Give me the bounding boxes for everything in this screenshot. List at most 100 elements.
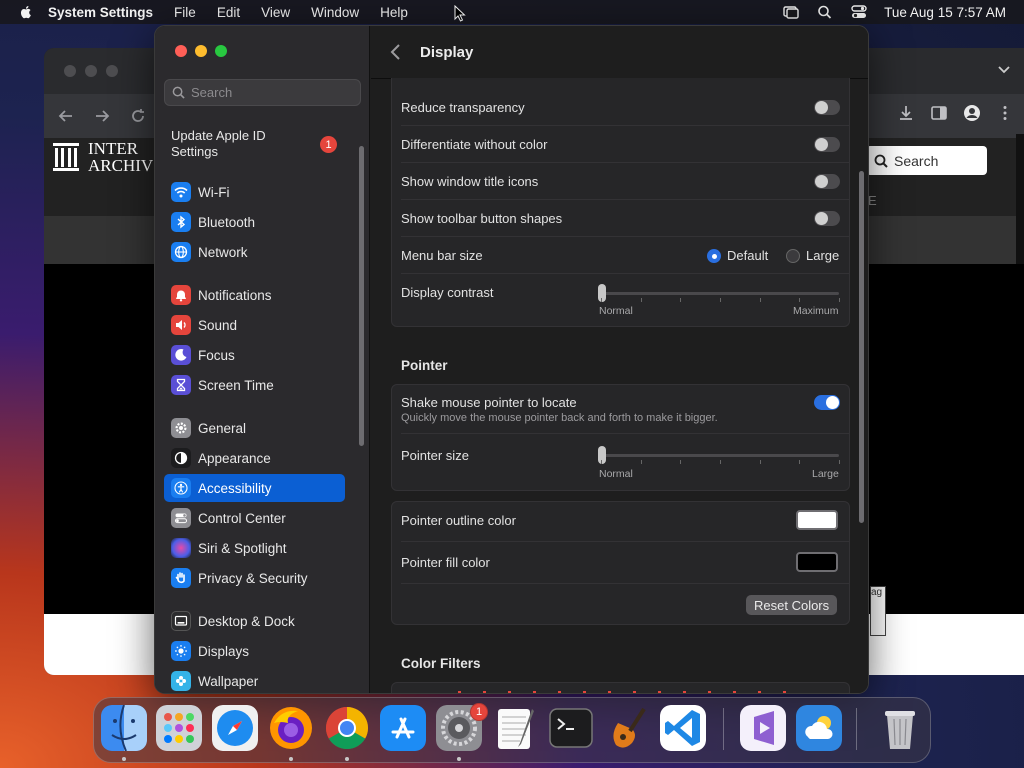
apple-id-update-item[interactable]: Update Apple ID Settings xyxy=(171,128,301,160)
menu-bar-default-radio[interactable]: Default xyxy=(707,248,768,263)
spotlight-search-icon[interactable] xyxy=(816,4,834,20)
pane-scrollbar[interactable] xyxy=(859,171,864,523)
ia-search-box[interactable]: Search xyxy=(866,146,987,175)
garageband-icon[interactable] xyxy=(604,705,650,751)
browser-right-tools xyxy=(897,104,1014,122)
profile-icon[interactable] xyxy=(963,104,981,122)
ia-side-tab[interactable]: ag xyxy=(870,586,886,636)
browser-close-dot[interactable] xyxy=(64,65,76,77)
launchpad-icon[interactable] xyxy=(156,705,202,751)
pointer-fill-color-label: Pointer fill color xyxy=(401,555,490,570)
slider-knob[interactable] xyxy=(598,446,606,464)
sidebar-item-wifi[interactable]: Wi-Fi xyxy=(164,178,345,206)
chrome-icon[interactable] xyxy=(324,705,370,751)
sidebar-item-control-center[interactable]: Control Center xyxy=(164,504,345,532)
ia-search-label: Search xyxy=(894,152,939,169)
sidebar-item-privacy-security[interactable]: Privacy & Security xyxy=(164,564,345,592)
sidebar-item-wallpaper[interactable]: Wallpaper xyxy=(164,667,345,693)
menu-edit[interactable]: Edit xyxy=(217,5,240,20)
apple-id-badge: 1 xyxy=(320,136,337,153)
more-menu-icon[interactable] xyxy=(996,104,1014,122)
menu-file[interactable]: File xyxy=(174,5,196,20)
running-indicator xyxy=(122,757,126,761)
browser-minimize-dot[interactable] xyxy=(85,65,97,77)
slider-tick xyxy=(601,460,602,464)
firefox-icon[interactable] xyxy=(268,705,314,751)
sidebar-item-appearance[interactable]: Appearance xyxy=(164,444,345,472)
sidebar-item-notifications[interactable]: Notifications xyxy=(164,281,345,309)
sidebar-search-input[interactable] xyxy=(191,85,351,100)
zoom-window-button[interactable] xyxy=(215,45,227,57)
reset-colors-button[interactable]: Reset Colors xyxy=(746,595,838,615)
safari-icon[interactable] xyxy=(212,705,258,751)
sidebar-item-accessibility[interactable]: Accessibility xyxy=(164,474,345,502)
sidebar-item-screen-time[interactable]: Screen Time xyxy=(164,371,345,399)
forward-arrow-icon[interactable] xyxy=(94,108,110,124)
shake-pointer-toggle[interactable] xyxy=(814,395,840,410)
menu-view[interactable]: View xyxy=(261,5,290,20)
minimize-window-button[interactable] xyxy=(195,45,207,57)
back-chevron-icon[interactable] xyxy=(389,43,403,61)
slider-tick xyxy=(680,298,681,302)
browser-zoom-dot[interactable] xyxy=(106,65,118,77)
slider-tick xyxy=(680,460,681,464)
pointer-outline-color-well[interactable] xyxy=(796,510,838,530)
trash-icon[interactable] xyxy=(877,705,923,751)
dock: 1 xyxy=(93,697,931,763)
pointer-fill-color-well[interactable] xyxy=(796,552,838,572)
menu-help[interactable]: Help xyxy=(380,5,408,20)
window-title-icons-toggle[interactable] xyxy=(814,174,840,189)
back-arrow-icon[interactable] xyxy=(58,108,74,124)
visual-studio-icon[interactable] xyxy=(740,705,786,751)
sidebar-item-bluetooth[interactable]: Bluetooth xyxy=(164,208,345,236)
display-contrast-slider[interactable] xyxy=(598,284,840,304)
screen-mirroring-icon[interactable] xyxy=(782,4,800,20)
sidebar-search[interactable] xyxy=(164,79,361,106)
weather-icon[interactable] xyxy=(796,705,842,751)
slider-knob[interactable] xyxy=(598,284,606,302)
finder-icon[interactable] xyxy=(101,705,147,751)
moon-icon xyxy=(171,345,191,365)
reduce-transparency-toggle[interactable] xyxy=(814,100,840,115)
sidebar-item-label: Displays xyxy=(198,643,250,659)
internet-archive-logo[interactable]: INTER ARCHIV xyxy=(52,140,153,174)
control-center-icon[interactable] xyxy=(850,4,868,20)
download-icon[interactable] xyxy=(897,104,915,122)
search-icon xyxy=(874,154,888,168)
vscode-icon[interactable] xyxy=(660,705,706,751)
differentiate-without-color-toggle[interactable] xyxy=(814,137,840,152)
textedit-icon[interactable] xyxy=(492,705,538,751)
sidebar-item-general[interactable]: General xyxy=(164,414,345,442)
terminal-icon[interactable] xyxy=(548,705,594,751)
sidebar-scrollbar[interactable] xyxy=(359,146,364,446)
sidebar-item-network[interactable]: Network xyxy=(164,238,345,266)
pointer-size-label: Pointer size xyxy=(401,448,469,463)
dock-separator xyxy=(723,708,724,750)
menu-clock[interactable]: Tue Aug 15 7:57 AM xyxy=(884,5,1006,20)
row-divider xyxy=(401,583,849,584)
sidebar-item-displays[interactable]: Displays xyxy=(164,637,345,665)
sidebar-item-focus[interactable]: Focus xyxy=(164,341,345,369)
contrast-min-label: Normal xyxy=(599,305,633,317)
sidebar-item-siri-spotlight[interactable]: Siri & Spotlight xyxy=(164,534,345,562)
running-indicator xyxy=(345,757,349,761)
chevron-down-icon[interactable] xyxy=(998,66,1010,74)
sidebar-toggle-icon[interactable] xyxy=(930,104,948,122)
pointer-size-slider[interactable] xyxy=(598,446,840,466)
reload-icon[interactable] xyxy=(130,108,146,124)
close-window-button[interactable] xyxy=(175,45,187,57)
menu-bar: System Settings File Edit View Window He… xyxy=(0,0,1024,24)
app-store-icon[interactable] xyxy=(380,705,426,751)
hourglass-icon xyxy=(171,375,191,395)
apple-menu-icon[interactable] xyxy=(18,4,34,20)
sidebar-item-desktop-dock[interactable]: Desktop & Dock xyxy=(164,607,345,635)
radio-label: Default xyxy=(727,248,769,263)
menu-bar-large-radio[interactable]: Large xyxy=(786,248,839,263)
menu-app-name[interactable]: System Settings xyxy=(48,5,153,20)
menu-window[interactable]: Window xyxy=(311,5,359,20)
globe-icon xyxy=(171,242,191,262)
toolbar-button-shapes-toggle[interactable] xyxy=(814,211,840,226)
slider-tick xyxy=(720,298,721,302)
running-indicator xyxy=(457,757,461,761)
sidebar-item-sound[interactable]: Sound xyxy=(164,311,345,339)
